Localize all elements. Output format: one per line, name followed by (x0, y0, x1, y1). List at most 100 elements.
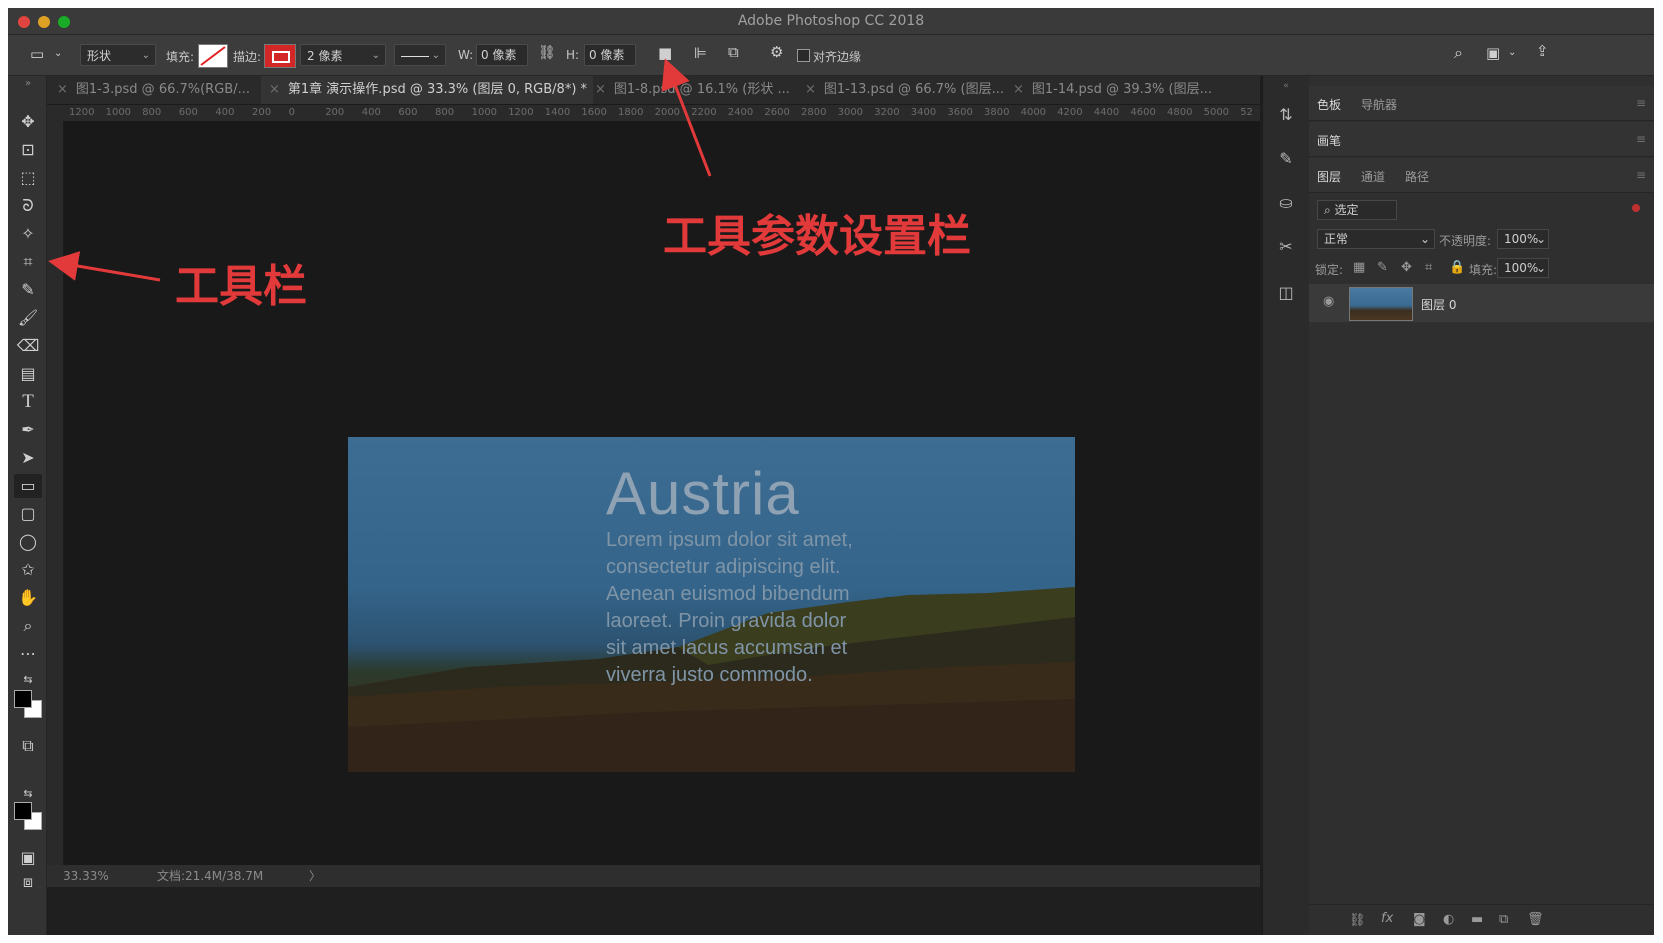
custom-shape-tool-icon[interactable]: ✩ (14, 558, 42, 582)
close-icon[interactable]: × (595, 82, 606, 97)
workspace-icon[interactable]: ▣ (1486, 46, 1500, 61)
chevron-down-icon[interactable]: ⌄ (1508, 48, 1516, 58)
brush-presets-icon[interactable]: ✎ (1275, 148, 1297, 170)
stroke-type-dropdown[interactable]: ⌄ (394, 44, 446, 66)
close-icon[interactable]: × (805, 82, 816, 97)
zoom-level[interactable]: 33.33% (63, 865, 109, 887)
tab-brush[interactable]: 画笔 (1317, 132, 1341, 149)
stroke-swatch[interactable] (264, 44, 296, 68)
more-tools-icon[interactable]: ⋯ (14, 642, 42, 666)
status-menu-arrow[interactable]: 〉 (309, 865, 321, 887)
crop-tool-icon[interactable]: ⌗ (14, 250, 42, 274)
tab-document[interactable]: × 图1-3.psd @ 66.7%(RGB/... (57, 76, 257, 104)
lock-artboard-icon[interactable]: ⌗ (1425, 260, 1432, 275)
foreground-color-swatch[interactable] (14, 802, 32, 820)
search-icon[interactable]: ⌕ (1454, 45, 1463, 61)
share-icon[interactable]: ⇪ (1536, 44, 1549, 59)
tab-document[interactable]: × 图1-13.psd @ 66.7% (图层... (805, 76, 1005, 104)
clone-source-icon[interactable]: ⛀ (1275, 192, 1297, 214)
canvas-image[interactable]: Austria Lorem ipsum dolor sit amet, cons… (348, 437, 1075, 772)
ruler-tick-label: 5000 (1203, 107, 1230, 118)
tab-paths[interactable]: 路径 (1405, 168, 1429, 185)
brush-tool-icon[interactable]: 🖌 (14, 306, 42, 330)
path-selection-tool-icon[interactable]: ➤ (14, 446, 42, 470)
mode-dropdown[interactable]: 形状 ⌄ (80, 44, 156, 66)
align-edges-checkbox[interactable] (797, 49, 810, 62)
screen-mode-icon[interactable]: ▣ (14, 846, 42, 870)
height-input[interactable]: 0 像素 (584, 44, 636, 66)
marquee-tool-icon[interactable]: ⬚ (14, 166, 42, 190)
tool-presets-icon[interactable]: ✂ (1275, 236, 1297, 258)
fx-icon[interactable]: fx (1381, 911, 1393, 926)
link-icon[interactable]: ⛓ (538, 46, 556, 60)
path-operations-icon[interactable]: ■ (658, 46, 672, 61)
panel-menu-icon[interactable]: ≡ (1636, 96, 1646, 110)
zoom-tool-icon[interactable]: ⌕ (14, 614, 42, 638)
swap-colors-icon[interactable]: ⇆ (14, 668, 42, 692)
path-arrangement-icon[interactable]: ⧉ (728, 45, 739, 60)
lock-all-icon[interactable]: 🔒 (1449, 260, 1465, 275)
blend-mode-dropdown[interactable]: 正常 ⌄ (1317, 229, 1435, 249)
tab-navigator[interactable]: 导航器 (1361, 96, 1397, 113)
tab-document[interactable]: × 图1-14.psd @ 39.3% (图层... (1013, 76, 1223, 104)
fill-swatch[interactable] (198, 44, 228, 68)
tab-channels[interactable]: 通道 (1361, 168, 1385, 185)
add-mask-icon[interactable]: ◙ (1413, 912, 1426, 927)
path-alignment-icon[interactable]: ⊫ (694, 46, 707, 61)
tab-document-active[interactable]: × 第1章 演示操作.psd @ 33.3% (图层 0, RGB/8*) * (261, 76, 593, 104)
move-tool-icon[interactable]: ✥ (14, 110, 42, 134)
lock-position-icon[interactable]: ✥ (1401, 260, 1412, 275)
new-layer-icon[interactable]: ⧉ (1499, 912, 1508, 927)
close-icon[interactable]: × (269, 82, 280, 97)
eraser-tool-icon[interactable]: ⌫ (14, 334, 42, 358)
pen-tool-icon[interactable]: ✒ (14, 418, 42, 442)
width-input[interactable]: 0 像素 (476, 44, 528, 66)
eyedropper-tool-icon[interactable]: ✎ (14, 278, 42, 302)
close-icon[interactable]: × (57, 82, 68, 97)
quick-mask-icon[interactable]: ⧉ (14, 734, 42, 758)
layer-filter-dropdown[interactable]: ⌕ 选定 (1317, 200, 1397, 220)
trash-icon[interactable]: 🗑 (1527, 912, 1544, 927)
layer-row[interactable]: ◉ 图层 0 (1309, 284, 1654, 322)
artboard-tool-icon[interactable]: ⊡ (14, 138, 42, 162)
folder-icon[interactable]: ▬ (1471, 912, 1483, 927)
tab-layers[interactable]: 图层 (1317, 168, 1341, 185)
edit-toolbar-icon[interactable]: ⧈ (14, 870, 42, 894)
ellipse-tool-icon[interactable]: ◯ (14, 530, 42, 554)
horizontal-ruler: 1200 1000 800 600 400 200 0 200 400 600 800 1000 120… (47, 105, 1260, 122)
type-tool-icon[interactable]: T (14, 390, 42, 414)
rectangle-tool-preset-icon[interactable]: ▭ (30, 47, 44, 62)
ruler-tick-label: 1800 (618, 107, 644, 118)
properties-icon[interactable]: ◫ (1275, 282, 1297, 304)
layer-name[interactable]: 图层 0 (1421, 296, 1456, 313)
hand-tool-icon[interactable]: ✋ (14, 586, 42, 610)
document-canvas[interactable]: Austria Lorem ipsum dolor sit amet, cons… (64, 122, 1260, 865)
gear-icon[interactable]: ⚙ (770, 45, 783, 60)
filter-toggle-icon[interactable] (1632, 204, 1640, 212)
fill-input[interactable]: 100% ⌄ (1497, 258, 1549, 278)
stroke-width-dropdown[interactable]: 2 像素 ⌄ (300, 44, 386, 66)
rounded-rectangle-tool-icon[interactable]: ▢ (14, 502, 42, 526)
lock-image-icon[interactable]: ✎ (1377, 260, 1388, 275)
magic-wand-tool-icon[interactable]: ✧ (14, 222, 42, 246)
layers-footer: ⛓ fx ◙ ◐ ▬ ⧉ 🗑 (1309, 904, 1654, 935)
link-layers-icon[interactable]: ⛓ (1349, 913, 1366, 928)
rectangle-tool-icon[interactable]: ▭ (14, 474, 42, 498)
right-panels: 色板 导航器 ≡ 画笔 ≡ 图层 通道 路径 ≡ ⌕ 选定 正常 ⌄ 不透明度: … (1309, 76, 1654, 935)
eye-icon[interactable]: ◉ (1323, 294, 1334, 309)
chevron-down-icon[interactable]: ⌄ (54, 49, 62, 59)
opacity-input[interactable]: 100% ⌄ (1497, 229, 1549, 249)
adjustment-layer-icon[interactable]: ◐ (1443, 912, 1454, 927)
lasso-tool-icon[interactable]: ᘐ (14, 194, 42, 218)
collapse-panels-icon[interactable]: « (1275, 80, 1297, 92)
close-icon[interactable]: × (1013, 82, 1024, 97)
foreground-color-swatch[interactable] (14, 690, 32, 708)
tab-document[interactable]: × 图1-8.psd @ 16.1% (形状 ... (595, 76, 795, 104)
gradient-tool-icon[interactable]: ▤ (14, 362, 42, 386)
panel-menu-icon[interactable]: ≡ (1636, 132, 1646, 146)
lock-transparent-icon[interactable]: ▦ (1353, 260, 1365, 275)
history-icon[interactable]: ⇅ (1275, 104, 1297, 126)
collapse-toolbar-icon[interactable]: » (14, 78, 42, 90)
panel-menu-icon[interactable]: ≡ (1636, 168, 1646, 182)
tab-swatches[interactable]: 色板 (1317, 96, 1341, 113)
